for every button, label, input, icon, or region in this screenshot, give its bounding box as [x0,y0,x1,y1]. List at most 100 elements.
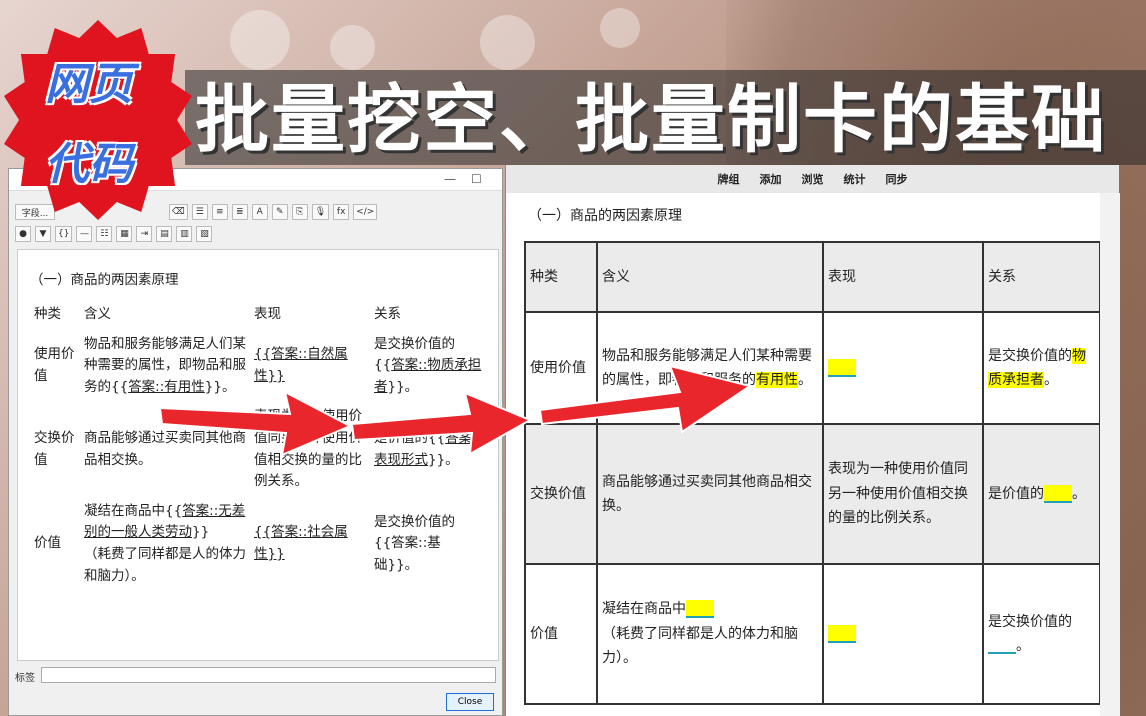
highlight-color-icon[interactable]: ✎ [271,204,288,220]
bokeh-light [330,25,375,70]
clear-format-icon[interactable]: ⌫ [169,204,188,220]
table-row: 交换价值 商品能够通过买卖同其他商品相交换。 表现为一种使用价值同另一种使用价值… [524,423,1101,565]
show-cell [822,563,984,705]
relation-cell: 是价值的{{答案::表现形式}}。 [370,402,486,496]
bullet-list-icon[interactable]: ☰ [191,204,208,220]
text: }}。 [387,378,419,395]
banner-title: 批量挖空、批量制卡的基础 [195,77,1107,163]
formula-icon[interactable]: fx [333,204,350,220]
brace-icon[interactable]: {} [55,226,73,242]
text: （耗费了同样都是人的体力和脑力）。 [602,625,798,667]
meaning-cell: 商品能够通过买卖同其他商品相交换。 [596,423,824,565]
table-row: 价值 凝结在商品中{{答案::无差别的一般人类劳动}} （耗费了同样都是人的体力和… [30,497,486,591]
editor-heading: （一）商品的两因素原理 [30,272,179,288]
show-cell: {{答案::自然属性}} [250,330,370,403]
color-dot-icon[interactable]: ● [15,226,31,242]
card-table: 种类 含义 表现 关系 使用价值 物品和服务能够满足人们某种需要的属性，即物品和… [524,241,1101,705]
meaning-cell: 物品和服务能够满足人们某种需要的属性，即物品和服务的{{答案::有用性}}。 [80,330,250,403]
toolbar-sync[interactable]: 同步 [886,171,908,187]
cloze-text: {{答案::社会属性}} [254,524,348,562]
record-icon[interactable]: 🎙 [311,204,330,220]
show-cell: {{答案::社会属性}} [250,497,370,591]
cloze-blank[interactable] [828,624,856,643]
text: }} [192,524,210,541]
relation-cell: 是交换价值的{{答案::物质承担者}}。 [370,330,486,403]
table-row: 价值 凝结在商品中 （耗费了同样都是人的体力和脑力）。 是交换价值的。 [524,563,1101,705]
meaning-cell: 物品和服务能够满足人们某种需要的属性，即物品和服务的有用性。 [596,311,824,425]
text: 。 [1016,638,1030,654]
text: 是交换价值的 [988,613,1072,630]
highlighted-answer: 有用性 [756,372,798,388]
card-body: （一）商品的两因素原理 种类 含义 表现 关系 使用价值 物品和服务能够满足人们… [506,193,1120,716]
editor-table: 种类 含义 表现 关系 使用价值 物品和服务能够满足人们某种需要的属性，即物品和… [30,300,486,591]
editor-field[interactable]: （一）商品的两因素原理 种类 含义 表现 关系 使用价值 物品和服务能够满足人们… [17,249,499,661]
header-cell: 表现 [254,306,281,322]
text: 凝结在商品中 [602,601,686,618]
cloze-blank-empty[interactable] [988,638,1016,654]
split-icon[interactable]: ▧ [196,226,213,242]
editor-window: — ☐ 字段... ⌫ ☰ ≡ ≣ A ✎ ⎘ 🎙 fx </> ● ▼ {} … [8,168,503,716]
toolbar-stats[interactable]: 统计 [844,171,866,187]
text: 是交换价值的 [988,347,1072,364]
cloze-text: 答案::有用性 [128,378,205,395]
kind-cell: 价值 [34,535,61,552]
kind-cell: 交换价值 [524,423,598,565]
triangle-icon[interactable]: ▼ [35,226,51,242]
main-toolbar: 牌组 添加 浏览 统计 同步 [506,165,1119,193]
field-select[interactable]: 字段... [15,204,55,220]
relation-cell: 是交换价值的。 [982,563,1101,705]
cloze-text: {{答案::自然属性}} [254,346,348,384]
scrollbar[interactable] [1100,193,1120,716]
numbered-list-icon[interactable]: ≡ [211,204,228,220]
html-editor-icon[interactable]: </> [353,204,378,220]
merge-icon[interactable]: ▥ [176,226,193,242]
header-cell: 种类 [524,241,598,313]
text-color-icon[interactable]: A [251,204,268,220]
header-cell: 关系 [374,306,401,322]
cloze-blank[interactable] [1044,484,1072,503]
text: 。 [1072,485,1086,502]
table-row: 交换价值 商品能够通过买卖同其他商品相交换。 表现为一种使用价值同另一种使用价值… [30,402,486,496]
tag-input[interactable] [41,667,496,683]
bokeh-light [480,15,535,70]
header-cell: 种类 [34,306,61,322]
relation-cell: 是交换价值的{{答案::基础}}。 [374,513,455,573]
header-cell: 关系 [982,241,1101,313]
grid-icon[interactable]: ▤ [156,226,173,242]
header-cell: 含义 [84,306,111,322]
table-row: 使用价值 物品和服务能够满足人们某种需要的属性，即物品和服务的{{答案::有用性… [30,330,486,403]
kind-cell: 价值 [524,563,598,705]
toolbar-browse[interactable]: 浏览 [802,171,824,187]
list-icon[interactable]: ☷ [96,226,113,242]
kind-cell: 交换价值 [34,429,75,468]
attach-icon[interactable]: ⎘ [291,204,308,220]
show-cell: 表现为一种使用价值同另一种使用价值相交换的量的比例关系。 [822,423,984,565]
text: 。 [798,372,812,388]
header-cell: 含义 [596,241,824,313]
kind-cell: 使用价值 [524,311,598,425]
table-row: 种类 含义 表现 关系 [30,300,486,330]
text: }}。 [204,378,236,395]
meaning-cell: 凝结在商品中{{答案::无差别的一般人类劳动}} （耗费了同样都是人的体力和脑力）… [80,497,250,591]
text: 是价值的{{ [374,429,446,446]
line-icon[interactable]: — [76,226,93,242]
badge-line2: 代码 [45,139,133,190]
indent-icon[interactable]: ⇥ [136,226,153,242]
cloze-blank[interactable] [686,600,714,619]
text: 。 [1044,372,1058,388]
text: 是价值的 [988,485,1044,502]
table-icon[interactable]: ▦ [116,226,133,242]
cloze-blank[interactable] [828,358,856,377]
table-row: 使用价值 物品和服务能够满足人们某种需要的属性，即物品和服务的有用性。 是交换价… [524,311,1101,425]
minimize-icon[interactable]: — [444,172,456,186]
align-icon[interactable]: ≣ [231,204,248,220]
badge-line1: 网页 [45,59,133,110]
card-heading: （一）商品的两因素原理 [528,208,682,224]
close-button[interactable]: Close [446,693,494,711]
maximize-icon[interactable]: ☐ [471,172,482,186]
toolbar-add[interactable]: 添加 [760,171,782,187]
meaning-cell: 凝结在商品中 （耗费了同样都是人的体力和脑力）。 [596,563,824,705]
show-cell [822,311,984,425]
show-cell: 表现为一种使用价值同另一种使用价值相交换的量的比例关系。 [254,408,362,490]
toolbar-decks[interactable]: 牌组 [718,171,740,187]
